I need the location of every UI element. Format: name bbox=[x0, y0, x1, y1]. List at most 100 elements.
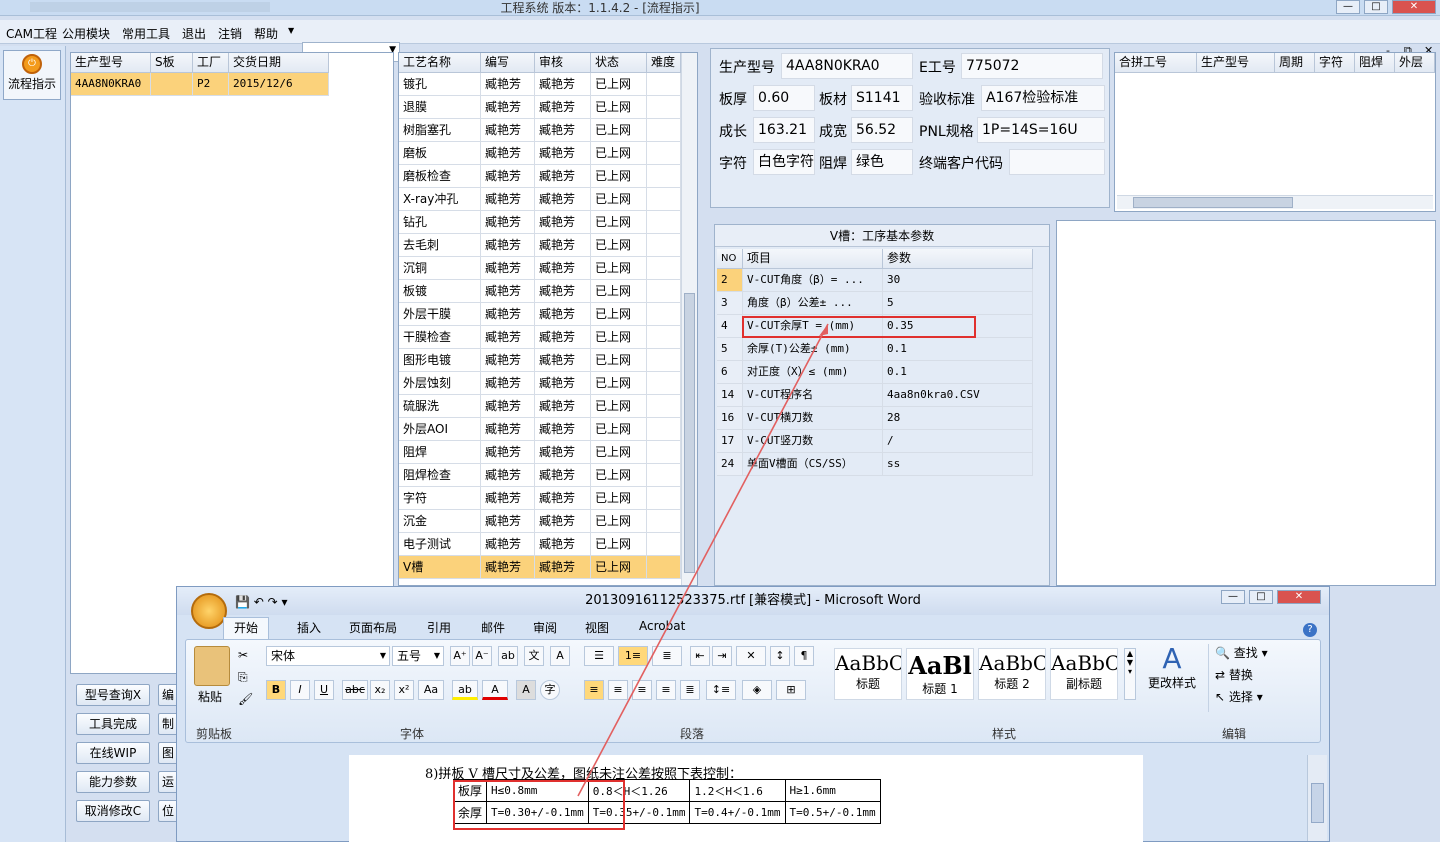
process-cell[interactable]: 图形电镀 bbox=[399, 349, 481, 372]
process-cell[interactable] bbox=[647, 487, 681, 510]
order-cell[interactable] bbox=[151, 73, 193, 96]
order-header[interactable]: 交货日期 bbox=[229, 53, 329, 73]
change-case-icon[interactable]: Aa bbox=[418, 680, 444, 700]
font-name-select[interactable]: 宋体 ▼ bbox=[266, 646, 390, 666]
process-cell[interactable]: 钻孔 bbox=[399, 211, 481, 234]
action-button-partial[interactable]: 图 bbox=[158, 742, 178, 764]
help-icon[interactable]: ? bbox=[1303, 623, 1317, 637]
process-cell[interactable] bbox=[647, 395, 681, 418]
close-button[interactable]: ✕ bbox=[1392, 0, 1436, 14]
info-value[interactable]: 0.60 bbox=[753, 85, 815, 111]
process-cell[interactable]: 去毛刺 bbox=[399, 234, 481, 257]
process-cell[interactable]: 字符 bbox=[399, 487, 481, 510]
process-cell[interactable]: 外层蚀刻 bbox=[399, 372, 481, 395]
maximize-button[interactable]: □ bbox=[1364, 0, 1388, 14]
process-cell[interactable]: 已上网 bbox=[591, 464, 647, 487]
info-value[interactable]: 163.21 bbox=[753, 117, 815, 143]
process-cell[interactable]: 臧艳芳 bbox=[481, 303, 535, 326]
process-cell[interactable]: 硫脲洗 bbox=[399, 395, 481, 418]
process-cell[interactable]: 已上网 bbox=[591, 418, 647, 441]
vcut-value[interactable]: 0.1 bbox=[883, 361, 1033, 384]
process-cell[interactable] bbox=[647, 119, 681, 142]
style-gallery-item[interactable]: AaBbC 标题 2 bbox=[978, 648, 1046, 700]
word-tab[interactable]: 开始 bbox=[223, 617, 270, 639]
action-button[interactable]: 取消修改C bbox=[76, 800, 150, 822]
italic-icon[interactable]: I bbox=[290, 680, 310, 700]
info-value[interactable]: A167检验标准 bbox=[981, 85, 1105, 111]
word-maximize-button[interactable]: □ bbox=[1249, 590, 1273, 604]
process-cell[interactable]: 臧艳芳 bbox=[535, 556, 591, 579]
phonetic-icon[interactable]: 文 bbox=[524, 646, 544, 666]
strikethrough-icon[interactable]: abc bbox=[342, 680, 368, 700]
merge-header[interactable]: 阻焊 bbox=[1355, 53, 1395, 73]
quick-access-toolbar[interactable]: 💾 ↶ ↷ ▾ bbox=[235, 595, 288, 609]
process-cell[interactable]: 臧艳芳 bbox=[535, 280, 591, 303]
highlight-icon[interactable]: ab bbox=[452, 680, 478, 700]
process-cell[interactable]: 已上网 bbox=[591, 119, 647, 142]
process-cell[interactable]: 臧艳芳 bbox=[481, 395, 535, 418]
numbering-icon[interactable]: 1≡ bbox=[618, 646, 648, 666]
process-cell[interactable]: 已上网 bbox=[591, 349, 647, 372]
align-right-icon[interactable]: ≡ bbox=[632, 680, 652, 700]
process-cell[interactable]: 臧艳芳 bbox=[535, 441, 591, 464]
merge-header[interactable]: 外层 bbox=[1395, 53, 1435, 73]
process-cell[interactable]: 电子测试 bbox=[399, 533, 481, 556]
sort-icon[interactable]: ↕ bbox=[770, 646, 790, 666]
word-tab[interactable]: 引用 bbox=[427, 619, 451, 636]
menu-logout[interactable]: 注销 bbox=[218, 25, 242, 42]
process-cell[interactable] bbox=[647, 510, 681, 533]
process-cell[interactable]: 沉金 bbox=[399, 510, 481, 533]
menu-help[interactable]: 帮助 bbox=[254, 25, 278, 42]
info-value[interactable]: 白色字符 bbox=[753, 149, 815, 175]
vcut-item[interactable]: V-CUT程序名 bbox=[743, 384, 883, 407]
process-cell[interactable]: 干膜检查 bbox=[399, 326, 481, 349]
process-cell[interactable]: 臧艳芳 bbox=[481, 257, 535, 280]
clear-format-icon[interactable]: ab bbox=[498, 646, 518, 666]
process-cell[interactable]: 已上网 bbox=[591, 280, 647, 303]
action-button-partial[interactable]: 编 bbox=[158, 684, 178, 706]
asian-layout-icon[interactable]: ✕ bbox=[736, 646, 766, 666]
vcut-value[interactable]: 0.1 bbox=[883, 338, 1033, 361]
process-cell[interactable]: 已上网 bbox=[591, 165, 647, 188]
flow-indicator-button[interactable]: ⏻ 流程指示 bbox=[3, 50, 61, 100]
action-button-partial[interactable]: 运 bbox=[158, 771, 178, 793]
process-cell[interactable]: 臧艳芳 bbox=[481, 510, 535, 533]
process-cell[interactable]: 臧艳芳 bbox=[481, 533, 535, 556]
process-cell[interactable] bbox=[647, 349, 681, 372]
minimize-button[interactable]: — bbox=[1336, 0, 1360, 14]
process-cell[interactable]: 臧艳芳 bbox=[535, 326, 591, 349]
word-scroll-thumb[interactable] bbox=[1311, 783, 1324, 823]
process-cell[interactable]: 外层AOI bbox=[399, 418, 481, 441]
process-cell[interactable] bbox=[647, 441, 681, 464]
align-center-icon[interactable]: ≡ bbox=[608, 680, 628, 700]
process-cell[interactable]: 已上网 bbox=[591, 211, 647, 234]
copy-icon[interactable]: ⎘ bbox=[238, 670, 248, 685]
enclose-char-icon[interactable]: 字 bbox=[540, 680, 560, 700]
vcut-header[interactable]: NO bbox=[717, 249, 743, 269]
merge-header[interactable]: 字符 bbox=[1315, 53, 1355, 73]
table-cell[interactable]: H≥1.6mm bbox=[784, 779, 881, 802]
replace-button[interactable]: ⇄ 替换 bbox=[1215, 666, 1253, 683]
shrink-font-icon[interactable]: A⁻ bbox=[472, 646, 492, 666]
process-cell[interactable] bbox=[647, 188, 681, 211]
order-header[interactable]: 生产型号 bbox=[71, 53, 151, 73]
vcut-no[interactable]: 4 bbox=[717, 315, 743, 338]
word-tab[interactable]: 页面布局 bbox=[349, 619, 397, 636]
process-cell[interactable]: 臧艳芳 bbox=[535, 211, 591, 234]
process-cell[interactable] bbox=[647, 73, 681, 96]
order-cell[interactable]: P2 bbox=[193, 73, 229, 96]
vcut-header[interactable]: 项目 bbox=[743, 249, 883, 269]
process-cell[interactable]: 臧艳芳 bbox=[481, 441, 535, 464]
process-cell[interactable]: 臧艳芳 bbox=[535, 533, 591, 556]
process-cell[interactable]: 已上网 bbox=[591, 556, 647, 579]
menu-exit[interactable]: 退出 bbox=[182, 25, 206, 42]
vcut-item[interactable]: V-CUT角度（β）= ... bbox=[743, 269, 883, 292]
menu-common-module[interactable]: 公用模块 bbox=[62, 25, 110, 42]
process-cell[interactable]: 已上网 bbox=[591, 257, 647, 280]
process-cell[interactable]: 已上网 bbox=[591, 533, 647, 556]
process-cell[interactable]: 臧艳芳 bbox=[481, 280, 535, 303]
vcut-value[interactable]: 30 bbox=[883, 269, 1033, 292]
process-cell[interactable]: 臧艳芳 bbox=[481, 487, 535, 510]
merge-header[interactable]: 周期 bbox=[1275, 53, 1315, 73]
action-button[interactable]: 型号查询X bbox=[76, 684, 150, 706]
